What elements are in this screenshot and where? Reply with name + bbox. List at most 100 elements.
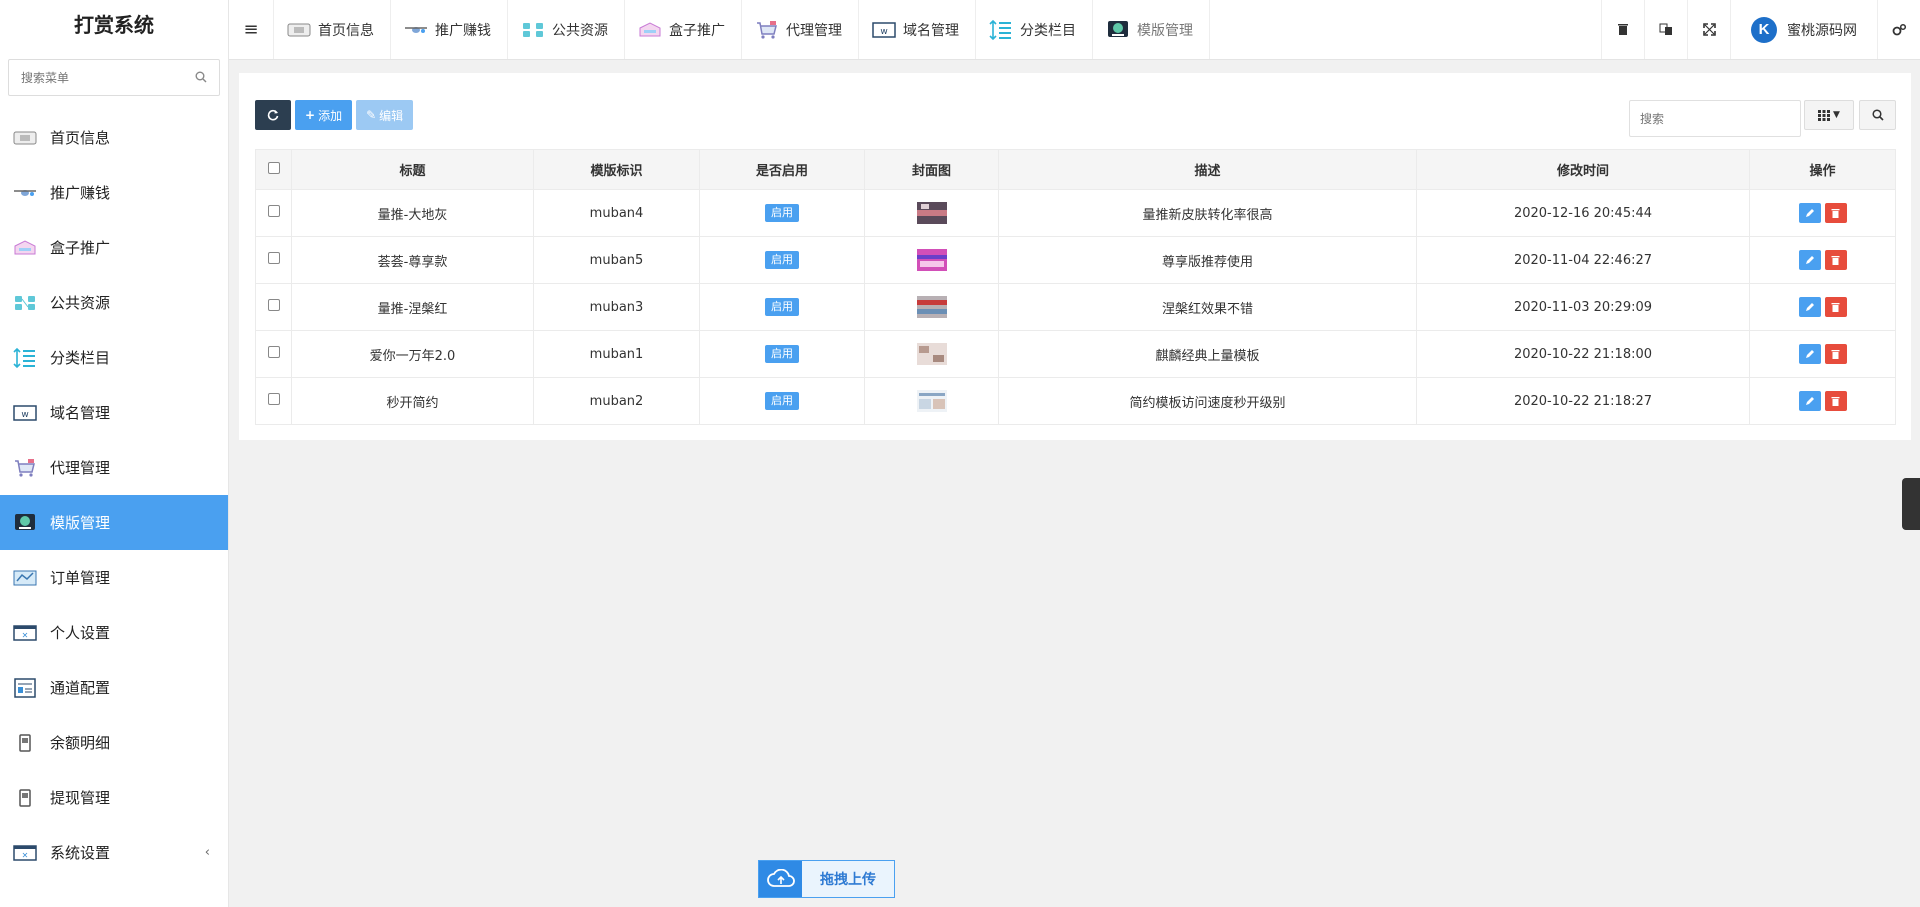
edit-row-button[interactable]	[1798, 344, 1821, 364]
delete-row-button[interactable]	[1824, 250, 1847, 270]
sidebar-item-templates[interactable]: 模版管理	[0, 495, 228, 550]
col-identifier[interactable]: 模版标识	[533, 149, 700, 190]
tab-agent[interactable]: 代理管理	[742, 0, 859, 59]
template-icon	[1105, 20, 1131, 40]
tab-label: 推广赚钱	[435, 22, 491, 39]
trash-icon[interactable]	[1601, 0, 1644, 59]
delete-row-button[interactable]	[1824, 391, 1847, 411]
columns-toggle-button[interactable]: ▼	[1804, 100, 1854, 130]
delete-row-button[interactable]	[1824, 297, 1847, 317]
menu-search[interactable]	[8, 59, 220, 96]
wallet-icon	[12, 732, 38, 754]
cover-thumbnail[interactable]	[916, 249, 947, 271]
sidebar-item-resources[interactable]: 公共资源	[0, 275, 228, 330]
floating-side-widget[interactable]	[1902, 478, 1920, 530]
edit-row-button[interactable]	[1798, 297, 1821, 317]
sidebar-item-category[interactable]: 分类栏目	[0, 330, 228, 385]
chevron-left-icon[interactable]: ‹	[205, 845, 210, 860]
row-checkbox[interactable]	[267, 393, 280, 405]
refresh-button[interactable]	[255, 100, 291, 130]
row-status-cell: 启用	[699, 377, 865, 425]
row-checkbox[interactable]	[267, 346, 280, 358]
sidebar-item-channel[interactable]: 通道配置	[0, 660, 228, 715]
col-enabled[interactable]: 是否启用	[699, 149, 865, 190]
add-button[interactable]: + 添加	[295, 100, 353, 130]
edit-button[interactable]: ✎ 编辑	[356, 100, 414, 130]
search-button[interactable]	[1859, 100, 1896, 130]
sidebar-item-agent[interactable]: 代理管理	[0, 440, 228, 495]
table-row: 爱你一万年2.0 muban1 启用 麒麟经典上量模板 2020-10-22 2…	[255, 330, 1896, 378]
sidebar-item-system[interactable]: ✕ 系统设置 ‹	[0, 825, 228, 880]
row-checkbox[interactable]	[267, 205, 280, 217]
sidebar-item-promote[interactable]: 推广赚钱	[0, 165, 228, 220]
system-settings-icon: ✕	[12, 842, 38, 864]
row-identifier: muban1	[533, 330, 700, 378]
row-title: 量推-涅槃红	[291, 283, 534, 331]
sidebar-item-withdraw[interactable]: 提现管理	[0, 770, 228, 825]
table-search[interactable]	[1629, 100, 1801, 137]
status-badge[interactable]: 启用	[765, 298, 799, 316]
status-badge[interactable]: 启用	[765, 204, 799, 222]
template-panel: + 添加 ✎ 编辑 ▼ 标题 模版标识 是否启用 封面图 描述 修改时间 操作	[239, 73, 1911, 440]
translate-icon[interactable]	[1644, 0, 1687, 59]
user-brand[interactable]: K 蜜桃源码网	[1730, 0, 1877, 59]
edit-row-button[interactable]	[1798, 203, 1821, 223]
orders-icon	[12, 567, 38, 589]
pencil-icon: ✎	[366, 108, 377, 122]
topbar-actions: K 蜜桃源码网	[1601, 0, 1920, 59]
sort-list-icon	[12, 347, 38, 369]
fullscreen-icon[interactable]	[1687, 0, 1730, 59]
cover-thumbnail[interactable]	[916, 390, 947, 412]
row-status-cell: 启用	[699, 189, 865, 237]
cover-thumbnail[interactable]	[916, 202, 947, 224]
col-modified[interactable]: 修改时间	[1416, 149, 1750, 190]
sidebar-item-label: 余额明细	[50, 734, 111, 752]
cover-thumbnail[interactable]	[916, 296, 947, 318]
row-checkbox[interactable]	[267, 252, 280, 264]
topbar: ≡ 首页信息 推广赚钱 公共资源 盒子推广 代理管理 w 域名管理 分类栏目 模…	[229, 0, 1920, 60]
sidebar-item-domain[interactable]: w 域名管理	[0, 385, 228, 440]
sidebar-item-label: 分类栏目	[50, 349, 111, 367]
gears-icon[interactable]	[1877, 0, 1920, 59]
row-modified: 2020-11-03 20:29:09	[1416, 283, 1750, 331]
table-search-input[interactable]	[1630, 101, 1800, 136]
col-title[interactable]: 标题	[291, 149, 534, 190]
col-cover[interactable]: 封面图	[864, 149, 999, 190]
drag-upload-button[interactable]: 拖拽上传	[758, 860, 895, 898]
sidebar-item-balance[interactable]: 余额明细	[0, 715, 228, 770]
status-badge[interactable]: 启用	[765, 345, 799, 363]
delete-row-button[interactable]	[1824, 344, 1847, 364]
tab-category[interactable]: 分类栏目	[976, 0, 1093, 59]
col-description[interactable]: 描述	[998, 149, 1417, 190]
row-actions	[1749, 236, 1896, 284]
select-all-checkbox[interactable]	[267, 161, 280, 174]
menu-search-input[interactable]	[9, 60, 219, 95]
sidebar-item-home[interactable]: 首页信息	[0, 110, 228, 165]
delete-row-button[interactable]	[1824, 203, 1847, 223]
search-icon[interactable]	[195, 71, 207, 83]
status-badge[interactable]: 启用	[765, 251, 799, 269]
row-checkbox[interactable]	[267, 299, 280, 311]
sidebar-item-orders[interactable]: 订单管理	[0, 550, 228, 605]
edit-row-button[interactable]	[1798, 391, 1821, 411]
menu-toggle-icon[interactable]: ≡	[229, 0, 273, 59]
sidebar-item-profile[interactable]: ✕ 个人设置	[0, 605, 228, 660]
tab-templates[interactable]: 模版管理	[1093, 0, 1210, 59]
svg-text:✕: ✕	[22, 851, 29, 860]
tab-resources[interactable]: 公共资源	[508, 0, 625, 59]
tab-box[interactable]: 盒子推广	[625, 0, 742, 59]
status-badge[interactable]: 启用	[765, 392, 799, 410]
sidebar-item-box[interactable]: 盒子推广	[0, 220, 228, 275]
tab-promote[interactable]: 推广赚钱	[391, 0, 508, 59]
row-identifier: muban3	[533, 283, 700, 331]
row-title: 秒开简约	[291, 377, 534, 425]
drone-icon	[403, 20, 429, 40]
tab-label: 域名管理	[903, 22, 959, 39]
row-modified: 2020-11-04 22:46:27	[1416, 236, 1750, 284]
svg-text:w: w	[21, 410, 28, 420]
tab-label: 首页信息	[318, 22, 374, 39]
edit-row-button[interactable]	[1798, 250, 1821, 270]
tab-home[interactable]: 首页信息	[273, 0, 391, 59]
cover-thumbnail[interactable]	[916, 343, 947, 365]
tab-domain[interactable]: w 域名管理	[859, 0, 976, 59]
